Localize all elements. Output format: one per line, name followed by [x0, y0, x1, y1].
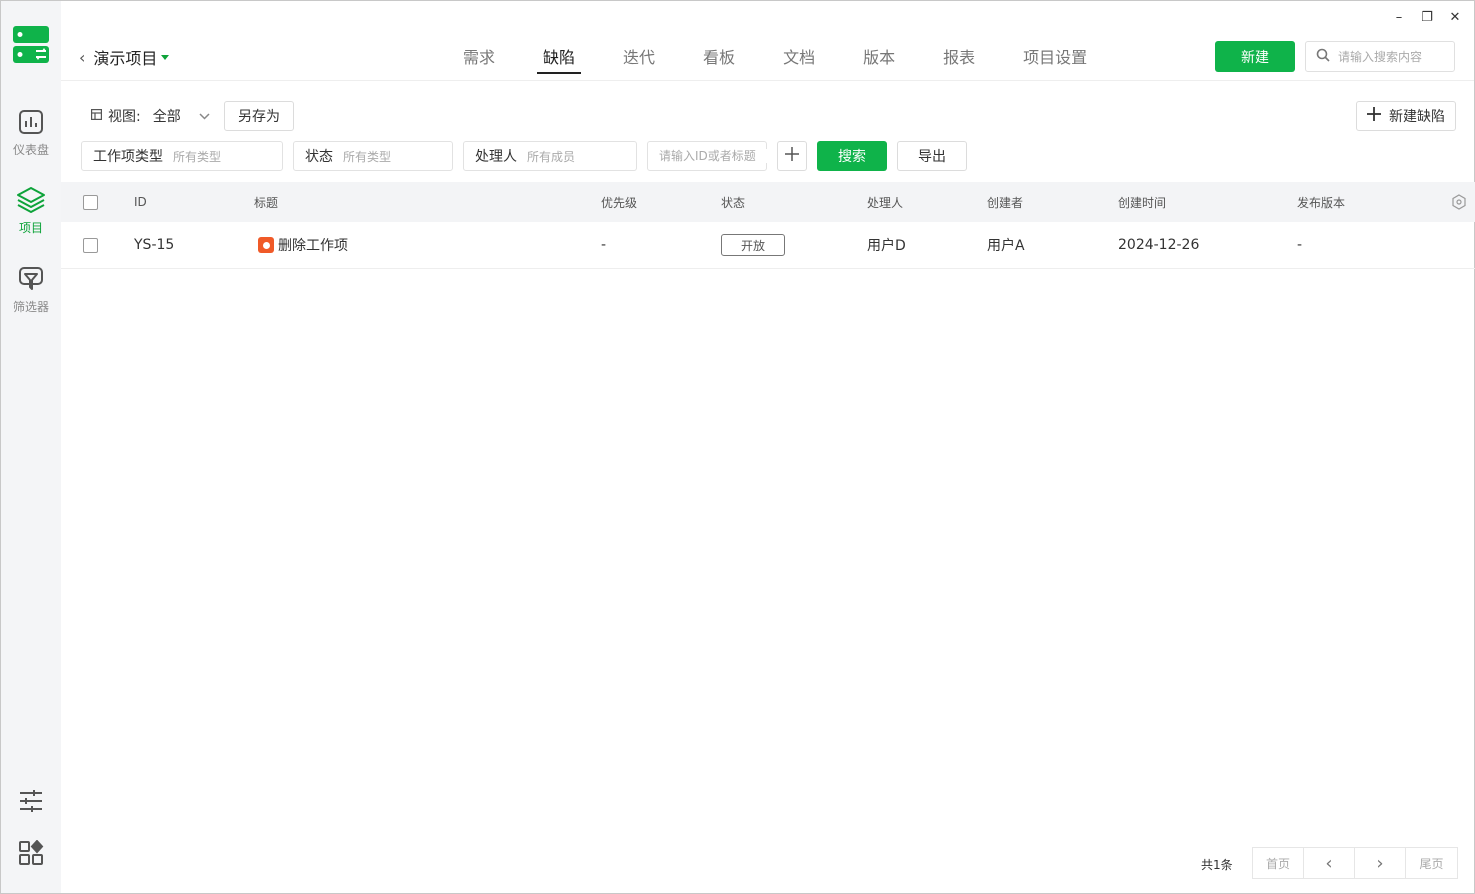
column-header-priority[interactable]: 优先级 — [601, 182, 637, 222]
type-filter-label: 工作项类型 — [93, 149, 163, 165]
cell-id: YS-15 — [134, 237, 175, 253]
assignee-filter-value: 所有成员 — [527, 149, 576, 164]
column-header-assignee[interactable]: 处理人 — [867, 182, 903, 222]
rail-label-filters: 筛选器 — [12, 300, 49, 314]
view-value: 全部 — [152, 109, 181, 125]
column-header-release[interactable]: 发布版本 — [1297, 182, 1345, 222]
app-window: – ❐ ✕ 仪表盘 项目 筛选器 ‹ 演示项目 需求 缺陷 迭代 看板 文档 版… — [0, 0, 1475, 894]
table-row[interactable]: YS-15 删除工作项 - 开放 用户D 用户A 2024-12-26 - — [61, 222, 1475, 269]
search-button[interactable]: 搜索 — [817, 141, 887, 171]
caret-down-icon — [161, 54, 170, 60]
column-header-title[interactable]: 标题 — [254, 182, 278, 222]
work-item-type-filter[interactable]: 工作项类型 所有类型 — [81, 141, 283, 171]
module-tabs: 需求 缺陷 迭代 看板 文档 版本 报表 项目设置 — [451, 31, 1123, 81]
tab-reports[interactable]: 报表 — [931, 31, 987, 81]
keyword-input[interactable] — [659, 149, 769, 163]
prev-page-button[interactable]: ‹ — [1304, 848, 1355, 878]
dashboard-icon — [16, 107, 46, 137]
minimize-button[interactable]: – — [1387, 7, 1411, 27]
cell-release: - — [1297, 237, 1303, 253]
search-icon — [1316, 48, 1330, 66]
tab-versions[interactable]: 版本 — [851, 31, 907, 81]
tab-documents[interactable]: 文档 — [771, 31, 827, 81]
tab-kanban[interactable]: 看板 — [691, 31, 747, 81]
project-selector[interactable]: ‹ 演示项目 — [79, 45, 170, 69]
rail-item-dashboard[interactable]: 仪表盘 — [1, 107, 61, 158]
cell-priority: - — [601, 237, 607, 253]
cell-assignee: 用户D — [867, 238, 906, 254]
global-search[interactable] — [1305, 41, 1455, 72]
column-header-created-time[interactable]: 创建时间 — [1118, 182, 1166, 222]
last-page-button[interactable]: 尾页 — [1406, 848, 1457, 878]
status-filter-value: 所有类型 — [343, 149, 392, 164]
tab-project-settings[interactable]: 项目设置 — [1011, 31, 1099, 81]
header-bar: ‹ 演示项目 需求 缺陷 迭代 看板 文档 版本 报表 项目设置 新建 — [61, 31, 1474, 81]
view-selector[interactable]: 视图: 全部 — [91, 101, 210, 131]
rail-label-dashboard: 仪表盘 — [12, 143, 49, 157]
cell-creator: 用户A — [987, 238, 1025, 254]
rail-item-filters[interactable]: 筛选器 — [1, 264, 61, 315]
column-header-id[interactable]: ID — [134, 182, 147, 222]
table-header: ID 标题 优先级 状态 处理人 创建者 创建时间 发布版本 — [61, 182, 1475, 222]
sliders-icon[interactable] — [16, 786, 46, 816]
app-logo — [13, 26, 49, 64]
search-input[interactable] — [1338, 49, 1448, 64]
tab-requirements[interactable]: 需求 — [451, 31, 507, 81]
tab-defects[interactable]: 缺陷 — [531, 31, 587, 81]
row-checkbox[interactable] — [83, 237, 98, 253]
chevron-down-icon — [199, 108, 210, 124]
keyword-field[interactable] — [647, 141, 769, 171]
plus-icon — [1367, 107, 1381, 125]
assignee-filter-label: 处理人 — [475, 149, 517, 165]
select-all-checkbox[interactable] — [83, 194, 98, 210]
bug-icon — [258, 237, 274, 253]
add-filter-button[interactable] — [777, 141, 807, 171]
pagination: 首页 ‹ › 尾页 — [1252, 847, 1458, 879]
column-header-status[interactable]: 状态 — [721, 182, 745, 222]
save-as-button[interactable]: 另存为 — [224, 101, 294, 131]
export-button[interactable]: 导出 — [897, 141, 967, 171]
next-page-button[interactable]: › — [1355, 848, 1406, 878]
back-chevron-icon[interactable]: ‹ — [79, 48, 85, 67]
cell-created-time: 2024-12-26 — [1118, 237, 1200, 253]
total-count: 共1条 — [1201, 858, 1233, 872]
tab-iterations[interactable]: 迭代 — [611, 31, 667, 81]
restore-button[interactable]: ❐ — [1415, 7, 1439, 27]
status-filter-label: 状态 — [305, 149, 333, 165]
assignee-filter[interactable]: 处理人 所有成员 — [463, 141, 637, 171]
new-defect-label: 新建缺陷 — [1389, 109, 1445, 125]
first-page-button[interactable]: 首页 — [1253, 848, 1304, 878]
apps-icon[interactable] — [16, 838, 46, 868]
layers-icon — [16, 185, 46, 215]
filter-icon — [16, 264, 46, 294]
project-name: 演示项目 — [93, 49, 158, 68]
status-filter[interactable]: 状态 所有类型 — [293, 141, 453, 171]
status-badge[interactable]: 开放 — [721, 234, 785, 256]
rail-label-projects: 项目 — [18, 221, 43, 235]
view-icon — [91, 108, 103, 124]
column-settings-icon[interactable] — [1451, 182, 1467, 222]
rail-item-projects[interactable]: 项目 — [1, 185, 61, 236]
new-button[interactable]: 新建 — [1215, 41, 1295, 72]
type-filter-value: 所有类型 — [173, 149, 222, 164]
close-button[interactable]: ✕ — [1443, 7, 1467, 27]
view-label: 视图: — [108, 109, 141, 125]
new-defect-button[interactable]: 新建缺陷 — [1356, 101, 1456, 131]
column-header-creator[interactable]: 创建者 — [987, 182, 1023, 222]
cell-title-text[interactable]: 删除工作项 — [278, 235, 348, 255]
plus-icon — [785, 147, 799, 165]
left-rail: 仪表盘 项目 筛选器 — [1, 1, 61, 893]
cell-title[interactable]: 删除工作项 — [258, 222, 348, 268]
